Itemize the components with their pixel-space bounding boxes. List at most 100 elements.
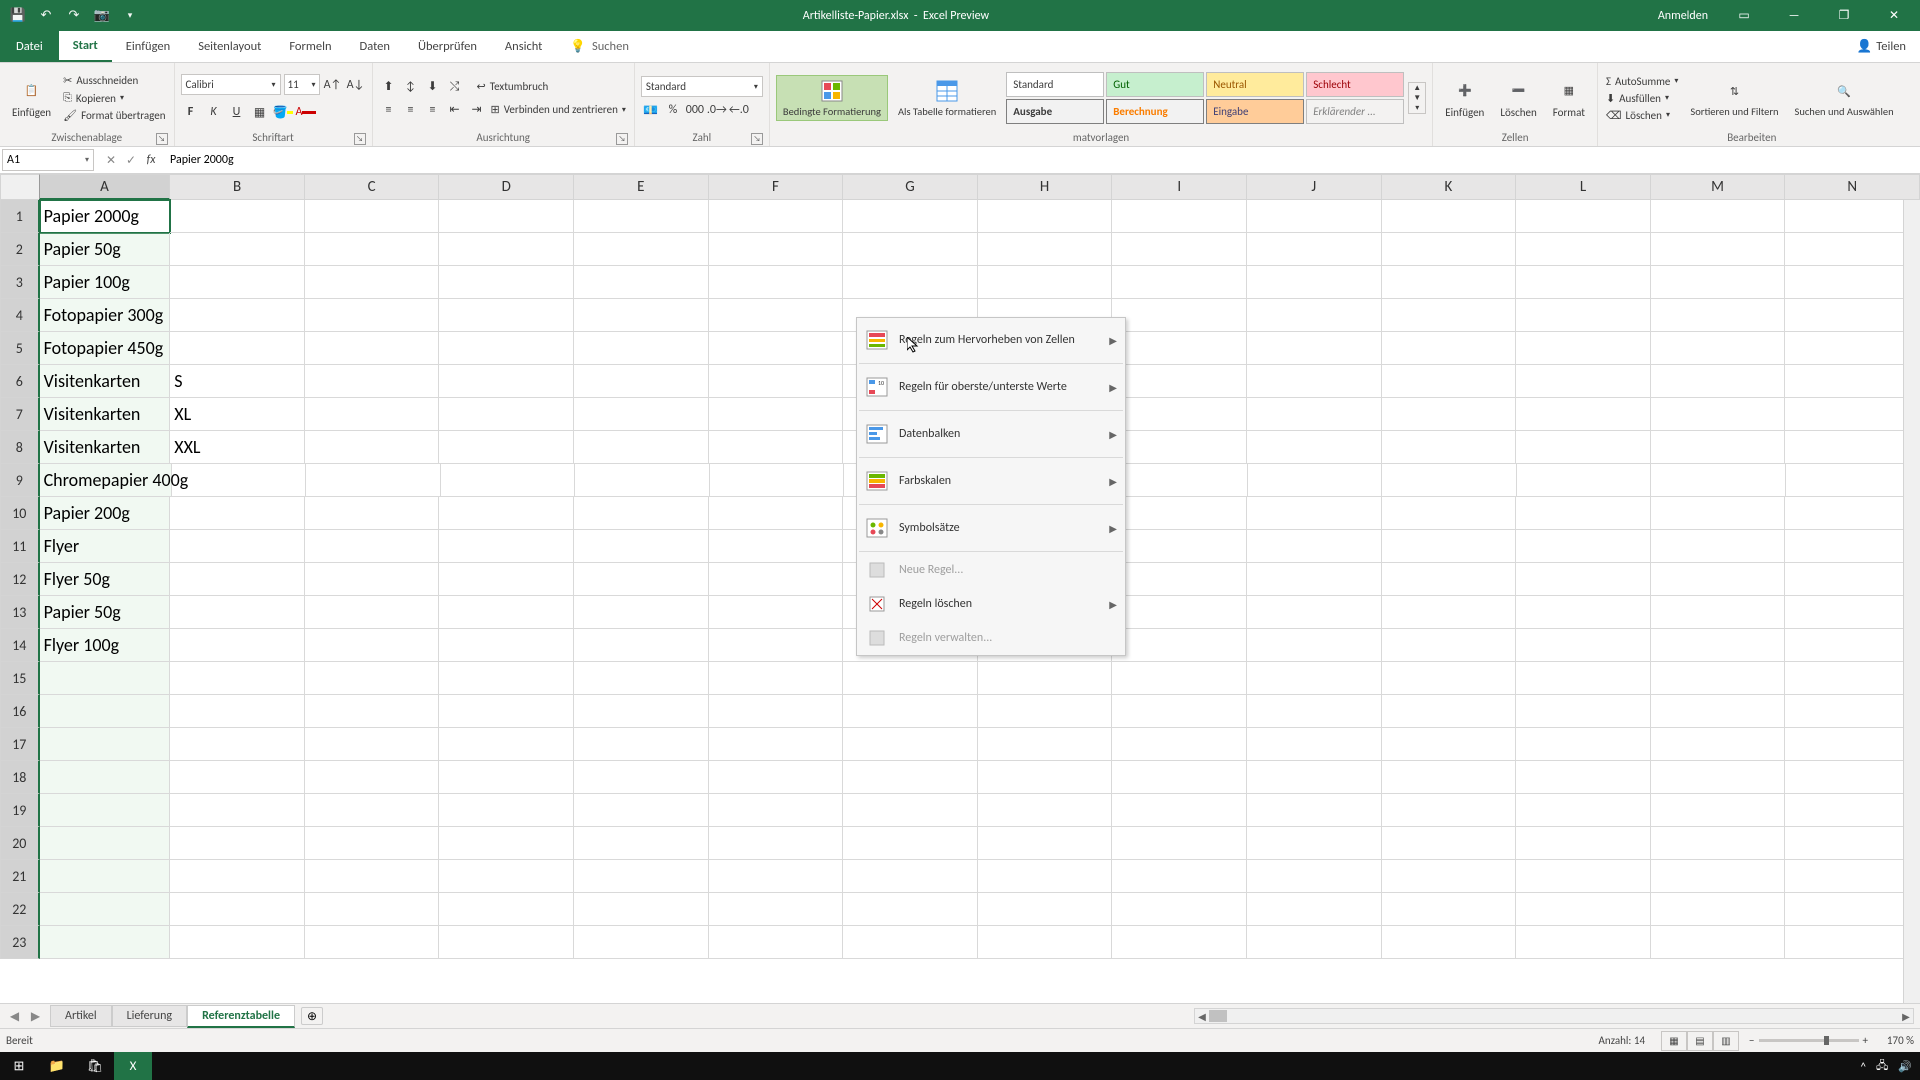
- format-cells-button[interactable]: ▦Format: [1547, 76, 1591, 121]
- cell[interactable]: [170, 596, 305, 629]
- cell[interactable]: [978, 266, 1113, 299]
- horizontal-scrollbar[interactable]: ◀▶: [1194, 1008, 1914, 1024]
- cell[interactable]: [843, 893, 978, 926]
- cell[interactable]: [1247, 860, 1382, 893]
- cell[interactable]: [1382, 827, 1517, 860]
- row-header[interactable]: 19: [0, 794, 40, 827]
- cell[interactable]: [709, 728, 844, 761]
- cell[interactable]: [1516, 365, 1651, 398]
- cell[interactable]: [1785, 662, 1920, 695]
- cell[interactable]: [1516, 299, 1651, 332]
- cell[interactable]: [306, 464, 441, 497]
- cell[interactable]: [1516, 728, 1651, 761]
- cell[interactable]: [1651, 761, 1786, 794]
- cell[interactable]: [1113, 464, 1248, 497]
- increase-decimal-button[interactable]: .0→: [707, 100, 727, 120]
- cell[interactable]: [843, 926, 978, 959]
- name-box[interactable]: A1▾: [2, 149, 94, 171]
- cell[interactable]: [1247, 827, 1382, 860]
- tab-review[interactable]: Überprüfen: [404, 31, 491, 62]
- cell[interactable]: [1382, 662, 1517, 695]
- cell[interactable]: [709, 662, 844, 695]
- cell[interactable]: [574, 365, 709, 398]
- signin-link[interactable]: Anmelden: [1644, 9, 1722, 23]
- zoom-out-button[interactable]: −: [1749, 1034, 1754, 1047]
- cell[interactable]: [170, 629, 305, 662]
- cell[interactable]: XXL: [170, 431, 305, 464]
- column-header-D[interactable]: D: [439, 174, 574, 200]
- cell[interactable]: [439, 299, 574, 332]
- row-header[interactable]: 23: [0, 926, 40, 959]
- cell[interactable]: [574, 497, 709, 530]
- cell[interactable]: [170, 794, 305, 827]
- cell[interactable]: [439, 596, 574, 629]
- cell[interactable]: [1382, 398, 1517, 431]
- cell[interactable]: [170, 299, 305, 332]
- cell[interactable]: [1516, 200, 1651, 233]
- cell[interactable]: [305, 728, 440, 761]
- cell[interactable]: [574, 926, 709, 959]
- cell[interactable]: [1785, 233, 1920, 266]
- cell[interactable]: [978, 200, 1113, 233]
- cell[interactable]: [170, 893, 305, 926]
- styles-scroll[interactable]: ▲▼▾: [1408, 82, 1426, 114]
- cell[interactable]: [1112, 827, 1247, 860]
- row-header[interactable]: 18: [0, 761, 40, 794]
- cell[interactable]: [1382, 794, 1517, 827]
- cell[interactable]: [709, 926, 844, 959]
- column-header-L[interactable]: L: [1516, 174, 1651, 200]
- system-tray[interactable]: ^ 🖧 🔊: [1861, 1057, 1920, 1076]
- cell[interactable]: [1382, 563, 1517, 596]
- cell[interactable]: [1382, 266, 1517, 299]
- cell[interactable]: [709, 794, 844, 827]
- cell[interactable]: [40, 695, 171, 728]
- cell[interactable]: [1516, 761, 1651, 794]
- cell[interactable]: [1247, 893, 1382, 926]
- cell[interactable]: [305, 365, 440, 398]
- cell[interactable]: Visitenkarten: [40, 431, 171, 464]
- cell[interactable]: [40, 926, 171, 959]
- row-header[interactable]: 12: [0, 563, 40, 596]
- cell[interactable]: [439, 926, 574, 959]
- cell[interactable]: [1112, 365, 1247, 398]
- cut-button[interactable]: ✂Ausschneiden: [61, 73, 167, 88]
- cell[interactable]: [1112, 233, 1247, 266]
- style-output[interactable]: Ausgabe: [1006, 99, 1104, 124]
- cell[interactable]: [1785, 563, 1920, 596]
- cell[interactable]: [1247, 233, 1382, 266]
- cell[interactable]: [1651, 893, 1786, 926]
- cell[interactable]: [1651, 596, 1786, 629]
- cell[interactable]: [439, 761, 574, 794]
- tray-up-icon[interactable]: ^: [1861, 1060, 1866, 1073]
- cell[interactable]: [978, 233, 1113, 266]
- cell[interactable]: [574, 431, 709, 464]
- row-header[interactable]: 6: [0, 365, 40, 398]
- cell[interactable]: [1382, 761, 1517, 794]
- cell[interactable]: [1516, 926, 1651, 959]
- cell[interactable]: [1785, 728, 1920, 761]
- cell[interactable]: [843, 233, 978, 266]
- cell[interactable]: [709, 827, 844, 860]
- view-pagebreak-icon[interactable]: ▥: [1713, 1031, 1739, 1051]
- underline-button[interactable]: U: [227, 102, 247, 122]
- maximize-button[interactable]: ❐: [1822, 2, 1866, 30]
- sort-filter-button[interactable]: ⇅Sortieren und Filtern: [1684, 76, 1784, 120]
- redo-icon[interactable]: ↷: [66, 8, 82, 24]
- cell[interactable]: [40, 794, 171, 827]
- cell[interactable]: [40, 860, 171, 893]
- cell[interactable]: [1785, 200, 1920, 233]
- bold-button[interactable]: F: [181, 102, 201, 122]
- cell[interactable]: [843, 200, 978, 233]
- italic-button[interactable]: K: [204, 102, 224, 122]
- cell[interactable]: Flyer 50g: [40, 563, 171, 596]
- cell[interactable]: [170, 827, 305, 860]
- cell[interactable]: [1382, 365, 1517, 398]
- cell[interactable]: [709, 233, 844, 266]
- cell[interactable]: [1651, 233, 1786, 266]
- column-header-E[interactable]: E: [574, 174, 709, 200]
- cell[interactable]: [574, 761, 709, 794]
- cell[interactable]: [170, 728, 305, 761]
- cell[interactable]: [978, 761, 1113, 794]
- cell[interactable]: [1112, 497, 1247, 530]
- cell[interactable]: [1112, 893, 1247, 926]
